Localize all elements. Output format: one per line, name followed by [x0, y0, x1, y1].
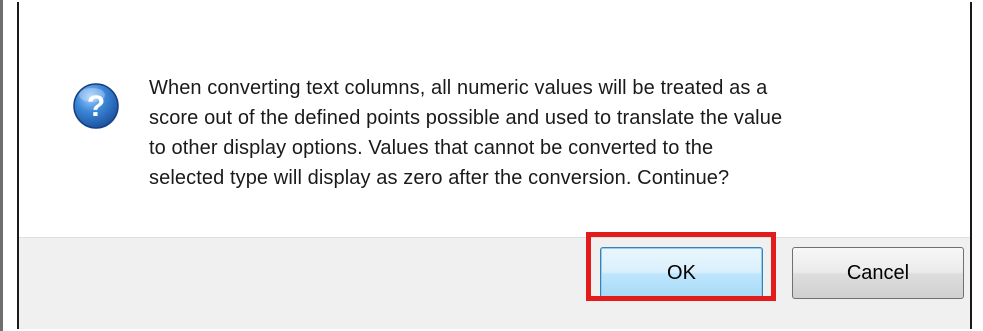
- message-line: When converting text columns, all numeri…: [149, 77, 768, 99]
- svg-text:?: ?: [87, 90, 105, 123]
- dialog-message: When converting text columns, all numeri…: [149, 73, 929, 193]
- cancel-button[interactable]: Cancel: [792, 247, 964, 299]
- message-line: selected type will display as zero after…: [149, 167, 730, 189]
- dialog-content: ? When converting text columns, all nume…: [19, 2, 970, 237]
- screenshot-frame: ? When converting text columns, all nume…: [0, 0, 983, 331]
- confirm-dialog: ? When converting text columns, all nume…: [17, 2, 972, 329]
- message-line: score out of the defined points possible…: [149, 107, 783, 129]
- window-edge: [0, 0, 3, 331]
- message-line: to other display options. Values that ca…: [149, 137, 714, 159]
- ok-highlight-box: [586, 232, 776, 301]
- question-icon: ?: [72, 82, 120, 130]
